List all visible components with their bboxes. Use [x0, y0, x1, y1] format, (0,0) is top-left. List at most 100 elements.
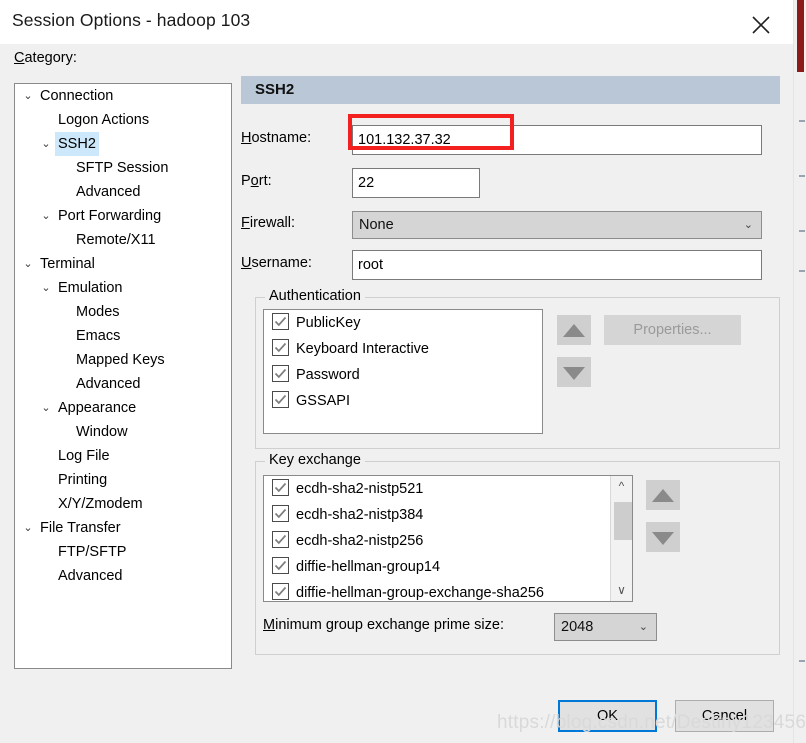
hostname-row: Hostname:: [241, 123, 780, 157]
sidebar-item-label: SFTP Session: [76, 160, 169, 176]
pane-header: SSH2: [241, 76, 780, 104]
port-input[interactable]: [352, 168, 480, 198]
sidebar-item-ftp-sftp[interactable]: FTP/SFTP: [15, 540, 231, 564]
kex-move-down-button[interactable]: [646, 522, 680, 552]
sidebar-item-log-file[interactable]: Log File: [15, 444, 231, 468]
kex-move-up-button[interactable]: [646, 480, 680, 510]
sidebar-item-label: Printing: [58, 472, 108, 488]
checkbox-checked-icon[interactable]: [272, 557, 289, 574]
checkbox-checked-icon[interactable]: [272, 365, 289, 382]
sidebar-item-appearance[interactable]: ⌄ Appearance: [15, 396, 231, 420]
sidebar-item-advanced[interactable]: Advanced: [15, 372, 231, 396]
sidebar-item-label: Remote/X11: [76, 232, 156, 248]
sidebar-item-terminal[interactable]: ⌄ Terminal: [15, 252, 231, 276]
chevron-down-icon[interactable]: ⌄: [21, 252, 35, 276]
sidebar-item-label: Window: [76, 424, 128, 440]
prime-size-label: Minimum group exchange prime size:: [263, 617, 504, 633]
key-exchange-scrollbar[interactable]: ^ ∨: [610, 476, 632, 601]
sidebar-item-logon-actions[interactable]: Logon Actions: [15, 108, 231, 132]
auth-method-item[interactable]: GSSAPI: [264, 388, 542, 414]
auth-method-item[interactable]: Keyboard Interactive: [264, 336, 542, 362]
checkbox-checked-icon[interactable]: [272, 583, 289, 600]
page-scrollbar-thumb[interactable]: [797, 0, 804, 72]
chevron-down-icon[interactable]: ⌄: [39, 204, 53, 228]
checkbox-checked-icon[interactable]: [272, 531, 289, 548]
key-exchange-item[interactable]: diffie-hellman-group14: [264, 554, 611, 580]
page-scrollbar[interactable]: [793, 0, 806, 743]
chevron-down-icon[interactable]: ⌄: [39, 132, 53, 156]
sidebar-item-label: Emacs: [76, 328, 121, 344]
hostname-input[interactable]: [352, 125, 762, 155]
chevron-down-icon[interactable]: ∨: [611, 580, 632, 601]
authentication-group-title: Authentication: [265, 288, 365, 304]
auth-method-item[interactable]: Password: [264, 362, 542, 388]
sidebar-item-mapped-keys[interactable]: Mapped Keys: [15, 348, 231, 372]
sidebar-item-label: Emulation: [58, 280, 123, 296]
sidebar-item-printing[interactable]: Printing: [15, 468, 231, 492]
port-row: Port:: [241, 166, 780, 200]
sidebar-item-modes[interactable]: Modes: [15, 300, 231, 324]
chevron-down-icon[interactable]: ⌄: [21, 516, 35, 540]
sidebar-item-label: FTP/SFTP: [58, 544, 127, 560]
window-title-bar: Session Options - hadoop 103: [0, 0, 794, 44]
checkbox-checked-icon[interactable]: [272, 339, 289, 356]
checkbox-label: ecdh-sha2-nistp384: [296, 507, 424, 523]
port-label: Port:: [241, 173, 272, 189]
prime-size-select[interactable]: 2048 ⌄: [554, 613, 657, 641]
sidebar-item-label: Advanced: [76, 376, 141, 392]
checkbox-label: Password: [296, 367, 360, 383]
sidebar-item-sftp-session[interactable]: SFTP Session: [15, 156, 231, 180]
key-exchange-item[interactable]: ecdh-sha2-nistp521: [264, 476, 611, 502]
key-exchange-item[interactable]: ecdh-sha2-nistp384: [264, 502, 611, 528]
sidebar-item-advanced[interactable]: Advanced: [15, 180, 231, 204]
sidebar-item-remote-x11[interactable]: Remote/X11: [15, 228, 231, 252]
firewall-select[interactable]: None ⌄: [352, 211, 762, 239]
sidebar-item-advanced[interactable]: Advanced: [15, 564, 231, 588]
scrollbar-thumb[interactable]: [614, 502, 632, 540]
checkbox-checked-icon[interactable]: [272, 313, 289, 330]
sidebar-item-emulation[interactable]: ⌄ Emulation: [15, 276, 231, 300]
properties-button[interactable]: Properties...: [604, 315, 741, 345]
chevron-down-icon: ⌄: [743, 219, 753, 231]
chevron-down-icon[interactable]: ⌄: [39, 276, 53, 300]
authentication-list[interactable]: PublicKey Keyboard Interactive Password GSS…: [263, 309, 543, 434]
sidebar-item-label: Mapped Keys: [76, 352, 165, 368]
chevron-down-icon[interactable]: ⌄: [39, 396, 53, 420]
checkbox-label: diffie-hellman-group-exchange-sha256: [296, 585, 545, 601]
sidebar-item-label: Modes: [76, 304, 120, 320]
sidebar-item-label: Logon Actions: [58, 112, 150, 128]
key-exchange-list[interactable]: ecdh-sha2-nistp521 ecdh-sha2-nistp384 ecdh…: [263, 475, 633, 602]
sidebar-item-ssh2[interactable]: ⌄ SSH2: [15, 132, 231, 156]
sidebar-item-label: Port Forwarding: [58, 208, 162, 224]
sidebar-item-label: X/Y/Zmodem: [58, 496, 143, 512]
key-exchange-item[interactable]: diffie-hellman-group-exchange-sha256: [264, 580, 611, 601]
sidebar-item-x-y-zmodem[interactable]: X/Y/Zmodem: [15, 492, 231, 516]
sidebar-item-window[interactable]: Window: [15, 420, 231, 444]
chevron-down-icon[interactable]: ⌄: [21, 84, 35, 108]
auth-move-up-button[interactable]: [557, 315, 591, 345]
sidebar-item-file-transfer[interactable]: ⌄ File Transfer: [15, 516, 231, 540]
chevron-up-icon[interactable]: ^: [611, 476, 632, 497]
ssh2-settings-pane: SSH2: [241, 76, 780, 104]
session-options-dialog: Category: ⌄ Connection Logon Actions ⌄ SSH2 S…: [0, 44, 794, 743]
sidebar-item-emacs[interactable]: Emacs: [15, 324, 231, 348]
category-tree[interactable]: ⌄ Connection Logon Actions ⌄ SSH2 SFTP Sessio…: [14, 83, 232, 669]
close-button[interactable]: [738, 0, 784, 44]
checkbox-label: ecdh-sha2-nistp256: [296, 533, 424, 549]
sidebar-item-label: Connection: [40, 88, 114, 104]
auth-method-item[interactable]: PublicKey: [264, 310, 542, 336]
key-exchange-group-title: Key exchange: [265, 452, 365, 468]
category-label: Category:: [14, 50, 77, 66]
key-exchange-item[interactable]: ecdh-sha2-nistp256: [264, 528, 611, 554]
sidebar-item-label: Log File: [58, 448, 110, 464]
checkbox-checked-icon[interactable]: [272, 479, 289, 496]
watermark-text: https://blog.csdn.net/Destiny12345678: [497, 712, 806, 733]
auth-move-down-button[interactable]: [557, 357, 591, 387]
firewall-row: Firewall: None ⌄: [241, 208, 780, 242]
sidebar-item-port-forwarding[interactable]: ⌄ Port Forwarding: [15, 204, 231, 228]
hostname-label: Hostname:: [241, 130, 312, 146]
username-input[interactable]: [352, 250, 762, 280]
sidebar-item-connection[interactable]: ⌄ Connection: [15, 84, 231, 108]
checkbox-checked-icon[interactable]: [272, 505, 289, 522]
checkbox-checked-icon[interactable]: [272, 391, 289, 408]
